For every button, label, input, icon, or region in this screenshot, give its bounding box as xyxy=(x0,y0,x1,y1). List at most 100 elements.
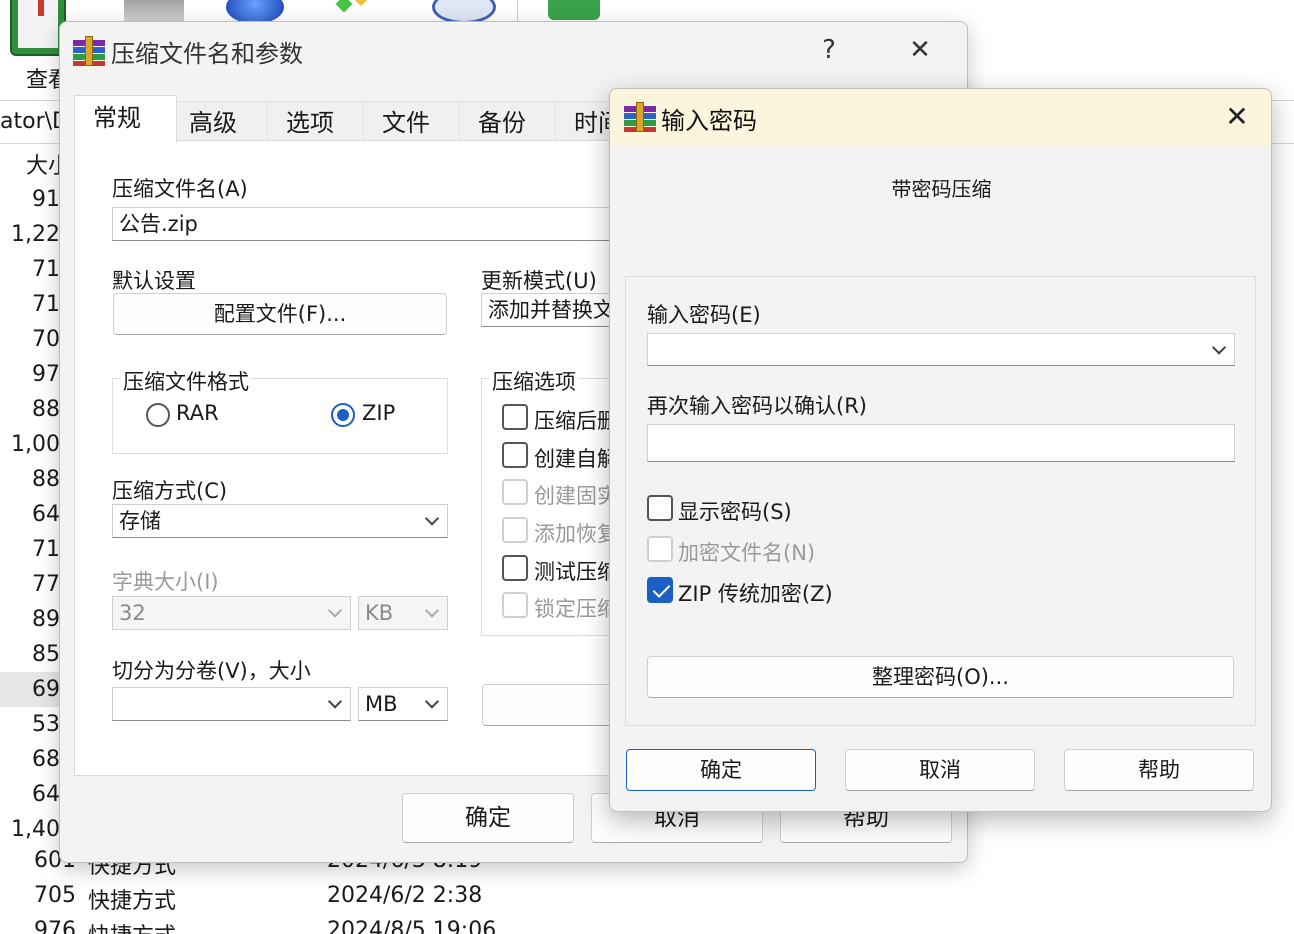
format-zip-label[interactable]: ZIP xyxy=(362,401,395,425)
dictionary-size-value: 32 xyxy=(119,601,146,625)
chevron-down-icon[interactable] xyxy=(1211,339,1227,355)
password-dialog-subtitle: 带密码压缩 xyxy=(891,177,992,201)
archive-format-group-title: 压缩文件格式 xyxy=(121,366,251,396)
password-ok-button[interactable]: 确定 xyxy=(626,749,816,791)
add-recovery-checkbox xyxy=(502,517,528,543)
tab-backup[interactable]: 备份 xyxy=(459,101,557,143)
split-volume-unit-select[interactable]: MB xyxy=(358,687,448,721)
tab-files[interactable]: 文件 xyxy=(363,101,461,143)
compression-method-label: 压缩方式(C) xyxy=(112,479,228,503)
chevron-down-icon xyxy=(424,603,440,618)
zip-legacy-encryption-label[interactable]: ZIP 传统加密(Z) xyxy=(678,578,833,608)
book-icon[interactable] xyxy=(10,0,66,56)
enter-password-input[interactable] xyxy=(647,333,1235,366)
show-password-checkbox[interactable] xyxy=(647,495,673,521)
show-password-label[interactable]: 显示密码(S) xyxy=(678,496,792,526)
file-size-cell: 68 xyxy=(32,747,60,772)
default-settings-label: 默认设置 xyxy=(112,269,196,293)
dialog-title: 压缩文件名和参数 xyxy=(111,40,303,68)
chevron-down-icon xyxy=(424,511,440,526)
test-archive-checkbox[interactable] xyxy=(502,555,528,581)
file-size-cell: 64 xyxy=(32,502,60,527)
file-size-cell: 89 xyxy=(32,607,60,632)
file-size-cell: 69 xyxy=(32,677,60,702)
table-cell-size: 976 xyxy=(34,918,76,934)
file-size-cell: 97 xyxy=(32,362,60,387)
close-icon[interactable]: ✕ xyxy=(896,32,944,68)
close-icon[interactable]: ✕ xyxy=(1213,97,1261,137)
delete-after-checkbox[interactable] xyxy=(502,404,528,430)
archive-format-group: 压缩文件格式 RAR ZIP xyxy=(112,366,448,454)
password-panel: 输入密码(E) 再次输入密码以确认(R) 显示密码(S) 加密文件名(N) ZI… xyxy=(625,276,1256,726)
enter-password-label: 输入密码(E) xyxy=(647,303,761,327)
chevron-down-icon xyxy=(327,603,343,618)
archive-name-label: 压缩文件名(A) xyxy=(112,177,248,201)
repair-icon[interactable] xyxy=(548,0,600,20)
create-solid-label: 创建固实 xyxy=(534,484,618,508)
tab-advanced[interactable]: 高级 xyxy=(170,101,268,143)
split-volume-label: 切分为分卷(V)，大小 xyxy=(112,659,311,683)
file-size-cell: 71 xyxy=(32,537,60,562)
test-archive-label[interactable]: 测试压缩 xyxy=(534,556,618,586)
dictionary-size-select: 32 xyxy=(112,596,351,630)
lock-archive-checkbox xyxy=(502,592,528,618)
dictionary-size-label: 字典大小(I) xyxy=(112,570,219,594)
organize-passwords-button[interactable]: 整理密码(O)... xyxy=(647,656,1234,698)
wizard-icon[interactable] xyxy=(330,0,380,20)
confirm-password-label: 再次输入密码以确认(R) xyxy=(647,394,867,418)
compression-method-select[interactable]: 存储 xyxy=(112,504,448,538)
file-size-cell: 64 xyxy=(32,782,60,807)
zip-legacy-encryption-checkbox[interactable] xyxy=(647,577,673,603)
create-sfx-label[interactable]: 创建自解 xyxy=(534,443,618,473)
format-rar-label[interactable]: RAR xyxy=(176,401,219,425)
file-size-cell: 88 xyxy=(32,397,60,422)
split-volume-size-select[interactable] xyxy=(112,687,351,721)
toolbar-separator xyxy=(517,0,518,22)
compression-method-value: 存储 xyxy=(119,509,161,533)
format-zip-radio[interactable] xyxy=(331,403,355,427)
file-size-cell: 71 xyxy=(32,257,60,282)
file-size-cell: 91 xyxy=(32,187,60,212)
tab-options[interactable]: 选项 xyxy=(267,101,365,143)
file-size-cell: 71 xyxy=(32,292,60,317)
split-volume-unit-value: MB xyxy=(365,692,398,716)
table-cell-date: 2024/6/2 2:38 xyxy=(327,883,483,908)
dictionary-unit-select: KB xyxy=(358,596,448,630)
table-row[interactable]: 705 快捷方式 2024/6/2 2:38 xyxy=(0,883,600,918)
create-solid-checkbox xyxy=(502,479,528,505)
add-recovery-label: 添加恢复 xyxy=(534,522,618,546)
delete-after-label[interactable]: 压缩后删 xyxy=(534,405,618,435)
profile-button[interactable]: 配置文件(F)... xyxy=(113,293,447,335)
file-size-cell: 1,00 xyxy=(11,432,60,457)
table-cell-type: 快捷方式 xyxy=(88,918,176,934)
chevron-down-icon xyxy=(327,694,343,709)
encrypt-filenames-checkbox xyxy=(647,536,673,562)
create-sfx-checkbox[interactable] xyxy=(502,442,528,468)
password-cancel-button[interactable]: 取消 xyxy=(845,749,1035,791)
table-cell-type: 快捷方式 xyxy=(88,889,177,914)
tab-general[interactable]: 常规 xyxy=(74,95,177,143)
table-cell-date: 2024/8/5 19:06 xyxy=(327,918,497,934)
file-size-cell: 1,40 xyxy=(11,817,60,842)
password-dialog: 输入密码 ✕ 带密码压缩 输入密码(E) 再次输入密码以确认(R) 显示密码(S… xyxy=(609,88,1272,812)
password-dialog-title: 输入密码 xyxy=(661,107,757,135)
file-size-cell: 70 xyxy=(32,327,60,352)
encrypt-filenames-label: 加密文件名(N) xyxy=(678,541,816,565)
lock-archive-label: 锁定压缩 xyxy=(534,597,618,621)
main-ok-button[interactable]: 确定 xyxy=(402,793,574,843)
winrar-icon xyxy=(73,36,105,66)
table-row[interactable]: 976 快捷方式 2024/8/5 19:06 xyxy=(0,918,600,934)
archive-options-group-title: 压缩选项 xyxy=(490,366,578,396)
help-icon[interactable]: ? xyxy=(805,32,853,68)
confirm-password-input[interactable] xyxy=(647,424,1235,462)
file-size-cell: 85 xyxy=(32,642,60,667)
dictionary-unit-value: KB xyxy=(365,601,394,625)
password-help-button[interactable]: 帮助 xyxy=(1064,749,1254,791)
format-rar-radio[interactable] xyxy=(146,403,170,427)
winrar-icon xyxy=(624,102,656,132)
file-size-cell: 77 xyxy=(32,572,60,597)
file-size-cell: 1,22 xyxy=(11,222,60,247)
file-size-cell: 53 xyxy=(32,712,60,737)
chevron-down-icon xyxy=(424,694,440,709)
table-cell-size: 705 xyxy=(34,883,76,908)
